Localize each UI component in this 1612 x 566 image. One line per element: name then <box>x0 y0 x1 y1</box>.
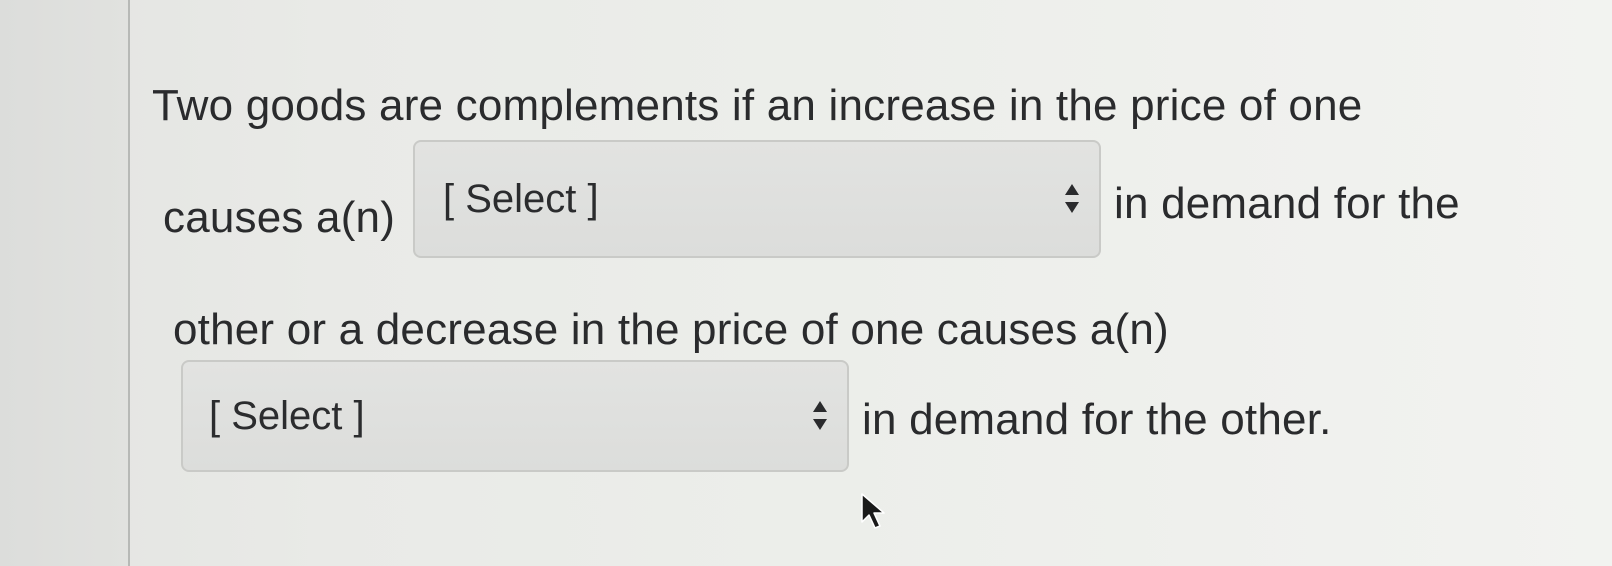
up-down-chevron-icon <box>1065 184 1079 213</box>
answer-select-1-value: [ Select ] <box>443 176 599 221</box>
answer-select-2[interactable]: [ Select ] <box>181 360 849 472</box>
question-line-4-suffix: in demand for the other. <box>862 395 1332 444</box>
content-border <box>128 0 130 566</box>
mouse-pointer-icon <box>861 493 885 529</box>
up-down-chevron-icon <box>813 401 827 430</box>
left-margin <box>0 0 128 566</box>
question-line-2-prefix: causes a(n) <box>163 193 396 242</box>
question-line-3: other or a decrease in the price of one … <box>173 305 1169 354</box>
question-line-2-suffix: in demand for the <box>1114 179 1460 228</box>
answer-select-1[interactable]: [ Select ] <box>413 140 1101 258</box>
answer-select-2-value: [ Select ] <box>209 393 365 438</box>
question-line-1: Two goods are complements if an increase… <box>152 81 1363 130</box>
